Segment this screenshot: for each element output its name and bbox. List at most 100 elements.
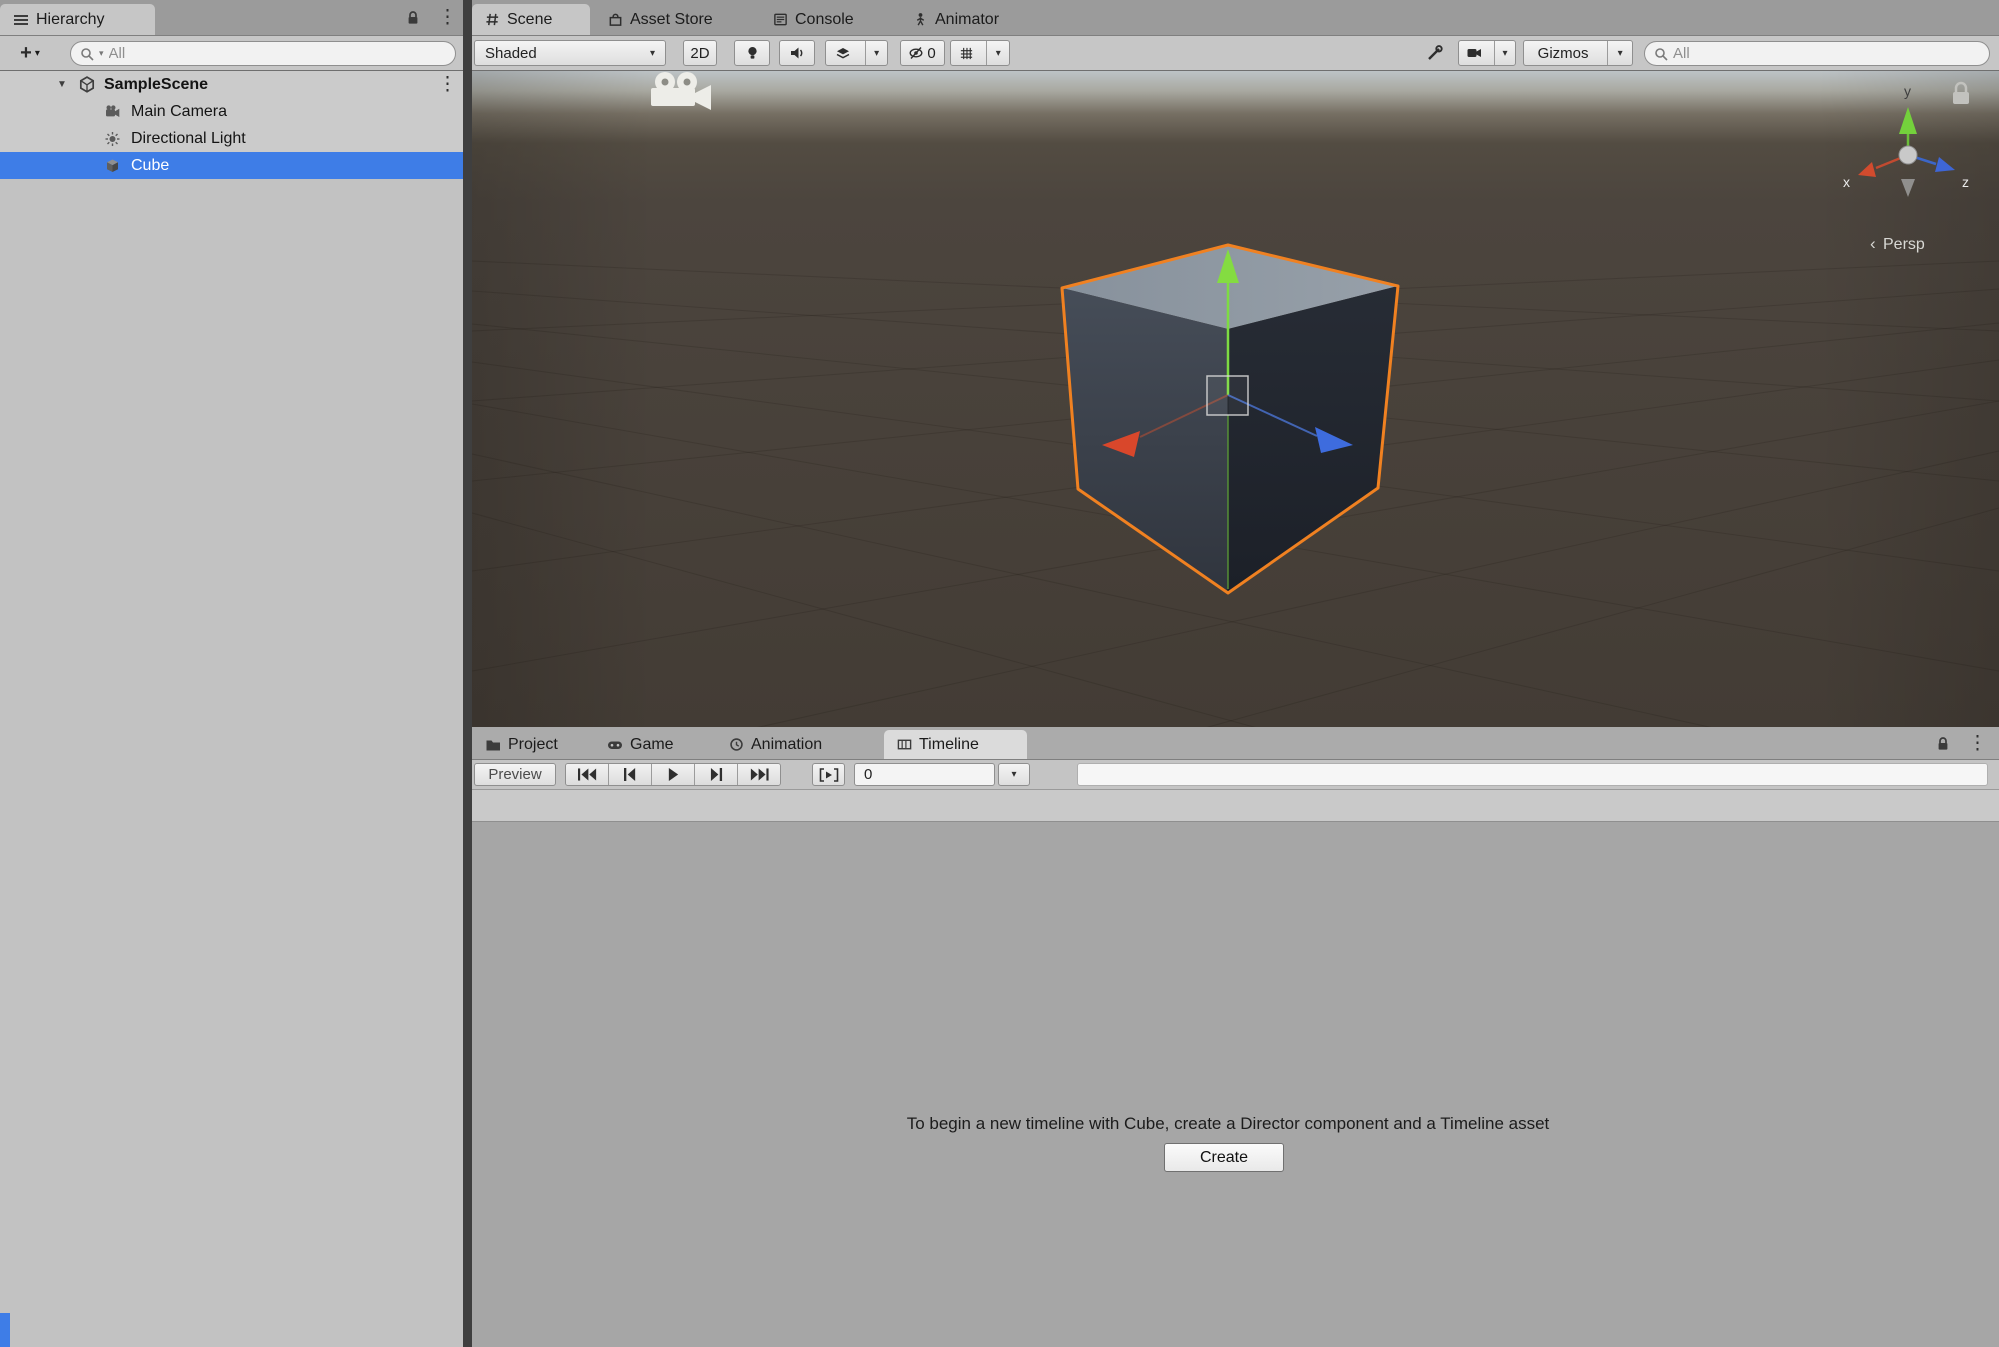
clock-icon [729, 737, 744, 752]
caret-down-icon: ▾ [986, 41, 1009, 65]
scene-effects-dropdown[interactable]: ▾ [825, 40, 888, 66]
tab-game[interactable]: Game [594, 730, 709, 759]
tree-row-directional-light[interactable]: Directional Light [0, 125, 463, 152]
tab-label: Asset Store [630, 11, 713, 29]
tab-animation[interactable]: Animation [716, 730, 877, 759]
gizmo-center-sphere[interactable] [1899, 146, 1917, 164]
axis-x-label: x [1843, 174, 1850, 190]
timeline-ruler[interactable] [1077, 763, 1988, 786]
gamepad-icon [607, 737, 623, 752]
preview-toggle-button[interactable]: Preview [474, 763, 556, 786]
tab-label: Timeline [919, 736, 979, 754]
object-name: Main Camera [131, 103, 227, 121]
scene-kebab-icon[interactable]: ⋮ [438, 75, 457, 94]
tab-asset-store[interactable]: Asset Store [595, 4, 752, 35]
hierarchy-menu-icon [13, 13, 29, 27]
scene-search-input[interactable] [1673, 45, 1980, 62]
tab-label: Hierarchy [36, 11, 104, 29]
scene-toolbar: Shaded ▾ 2D ▾ 0 [472, 36, 1999, 71]
create-timeline-button[interactable]: Create [1164, 1143, 1284, 1172]
center-handle[interactable] [1207, 376, 1248, 415]
go-to-end-button[interactable] [737, 764, 780, 785]
tree-row-main-camera[interactable]: Main Camera [0, 98, 463, 125]
hierarchy-scroll-indicator[interactable] [0, 1313, 10, 1347]
tab-hierarchy[interactable]: Hierarchy [0, 4, 155, 35]
timeline-icon [897, 737, 912, 752]
search-type-caret-icon: ▾ [99, 48, 104, 59]
speaker-icon [789, 45, 805, 61]
shading-mode-label: Shaded [485, 45, 537, 62]
projection-label: Persp [1883, 236, 1925, 253]
disclosure-triangle-icon[interactable]: ▼ [57, 79, 67, 90]
video-camera-icon [1459, 41, 1489, 65]
tree-row-scene[interactable]: ▼ SampleScene ⋮ [0, 71, 463, 98]
shading-mode-dropdown[interactable]: Shaded ▾ [474, 40, 666, 66]
scene-visibility-button[interactable]: 0 [900, 40, 945, 66]
scene-lighting-button[interactable] [734, 40, 770, 66]
hidden-count: 0 [927, 45, 935, 62]
scene-camera-dropdown[interactable]: ▾ [1458, 40, 1516, 66]
timeline-options-dropdown[interactable]: ▾ [998, 763, 1030, 786]
unity-scene-icon [78, 76, 96, 94]
previous-frame-button[interactable] [608, 764, 651, 785]
scene-region: Scene Asset Store Console Animator Shade… [472, 0, 1999, 1347]
search-icon [1654, 47, 1668, 61]
effects-layers-icon [826, 41, 860, 65]
bottom-panel-lock-icon[interactable] [1936, 736, 1950, 751]
frame-number-field[interactable]: 0 [854, 763, 995, 786]
preview-label: Preview [488, 766, 541, 783]
add-object-button[interactable]: + ▾ [8, 40, 52, 66]
caret-down-icon: ▾ [650, 48, 655, 59]
panel-divider[interactable] [463, 0, 472, 1347]
caret-down-icon: ▾ [35, 48, 40, 59]
create-label: Create [1200, 1149, 1248, 1167]
axis-z-label: z [1962, 174, 1969, 190]
hierarchy-tabbar: Hierarchy ⋮ [0, 0, 463, 36]
timeline-toolbar: Preview 0 ▾ [472, 760, 1999, 790]
scene-grid-icon [485, 12, 500, 27]
tab-console[interactable]: Console [760, 4, 892, 35]
hierarchy-search-input[interactable] [109, 45, 446, 62]
scene-viewport[interactable]: y x z ‹ Persp [472, 71, 1999, 727]
scene-tools-button[interactable] [1419, 40, 1449, 66]
hierarchy-kebab-icon[interactable]: ⋮ [438, 8, 457, 27]
tab-scene[interactable]: Scene [472, 4, 590, 35]
tab-project[interactable]: Project [472, 730, 586, 759]
object-name: Directional Light [131, 130, 246, 148]
next-frame-button[interactable] [694, 764, 737, 785]
plus-icon: + [20, 42, 32, 65]
bottom-panel-kebab-icon[interactable]: ⋮ [1968, 734, 1987, 753]
play-button[interactable] [651, 764, 694, 785]
scene-search-field[interactable] [1644, 41, 1990, 66]
scene-tabbar: Scene Asset Store Console Animator [472, 0, 1999, 36]
tree-row-cube[interactable]: Cube [0, 152, 463, 179]
bottom-tabbar: Project Game Animation Timeline ⋮ [472, 727, 1999, 760]
hierarchy-lock-icon[interactable] [406, 10, 420, 25]
gizmos-label: Gizmos [1524, 41, 1602, 65]
camera-object-icon [104, 104, 121, 120]
caret-down-icon: ▾ [1494, 41, 1515, 65]
wrench-icon [1426, 45, 1443, 62]
grid-icon [951, 41, 981, 65]
folder-icon [485, 737, 501, 752]
grid-snapping-dropdown[interactable]: ▾ [950, 40, 1010, 66]
light-object-icon [104, 131, 121, 147]
tab-label: Project [508, 736, 558, 754]
play-range-button[interactable] [812, 763, 845, 786]
play-range-icon [819, 768, 839, 782]
toggle-2d-button[interactable]: 2D [683, 40, 717, 66]
tab-timeline[interactable]: Timeline [884, 730, 1027, 759]
timeline-header-strip [472, 790, 1999, 822]
caret-down-icon: ▾ [865, 41, 887, 65]
tab-animator[interactable]: Animator [900, 4, 1045, 35]
go-to-start-button[interactable] [566, 764, 608, 785]
hierarchy-panel: Hierarchy ⋮ + ▾ ▾ ▼ SampleScene ⋮ [0, 0, 463, 1347]
gizmos-dropdown[interactable]: Gizmos ▾ [1523, 40, 1633, 66]
hierarchy-search-field[interactable]: ▾ [70, 41, 456, 66]
scene-audio-button[interactable] [779, 40, 815, 66]
search-icon [80, 47, 94, 61]
2d-label: 2D [690, 45, 709, 62]
lightbulb-icon [745, 45, 760, 61]
object-name: Cube [131, 157, 169, 175]
console-icon [773, 12, 788, 27]
